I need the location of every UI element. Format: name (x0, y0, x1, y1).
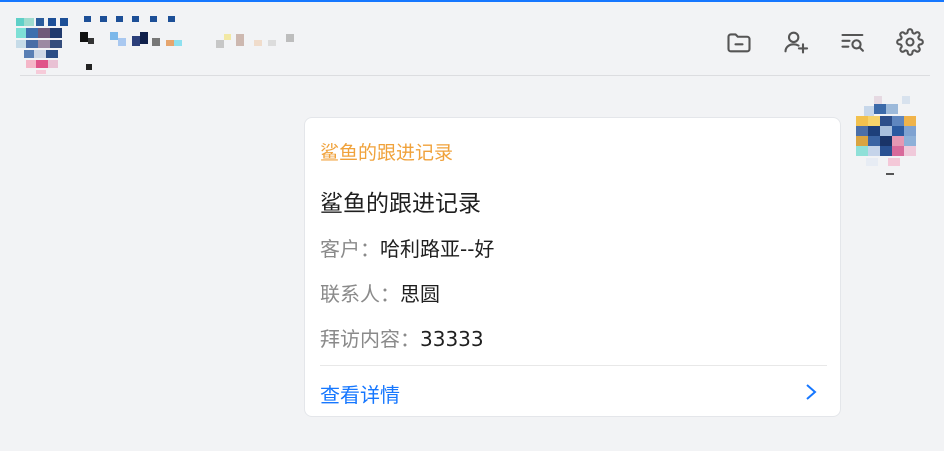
card-header-label: 鲨鱼的跟进记录 (320, 142, 454, 164)
sender-avatar[interactable] (856, 96, 920, 176)
chat-header (0, 2, 944, 76)
view-details-link[interactable]: 查看详情 (305, 366, 840, 416)
header-divider (20, 75, 930, 76)
visit-content-value: 33333 (420, 327, 484, 351)
add-user-icon (784, 31, 809, 54)
visit-content-label: 拜访内容： (320, 327, 420, 351)
follow-up-record-card[interactable]: 鲨鱼的跟进记录 鲨鱼的跟进记录 客户：哈利路亚--好 联系人：思圆 拜访内容：3… (304, 117, 841, 417)
customer-field: 客户：哈利路亚--好 (320, 233, 494, 262)
contact-label: 联系人： (320, 282, 400, 306)
search-records-button[interactable] (837, 26, 869, 58)
view-details-label: 查看详情 (320, 383, 400, 407)
add-member-button[interactable] (780, 26, 812, 58)
search-list-icon (841, 33, 864, 52)
contact-field: 联系人：思圆 (320, 278, 440, 307)
contact-value: 思圆 (400, 282, 440, 306)
card-title: 鲨鱼的跟进记录 (320, 191, 481, 217)
chat-title-obscured (78, 16, 308, 72)
header-toolbar (698, 26, 926, 58)
chevron-right-icon (804, 383, 818, 401)
customer-value: 哈利路亚--好 (380, 237, 495, 261)
folder-minus-icon (727, 33, 751, 53)
visit-content-field: 拜访内容：33333 (320, 323, 484, 352)
gear-icon (896, 28, 924, 56)
folder-button[interactable] (723, 26, 755, 58)
group-avatar[interactable] (16, 16, 68, 74)
settings-button[interactable] (894, 26, 926, 58)
customer-label: 客户： (320, 237, 380, 261)
